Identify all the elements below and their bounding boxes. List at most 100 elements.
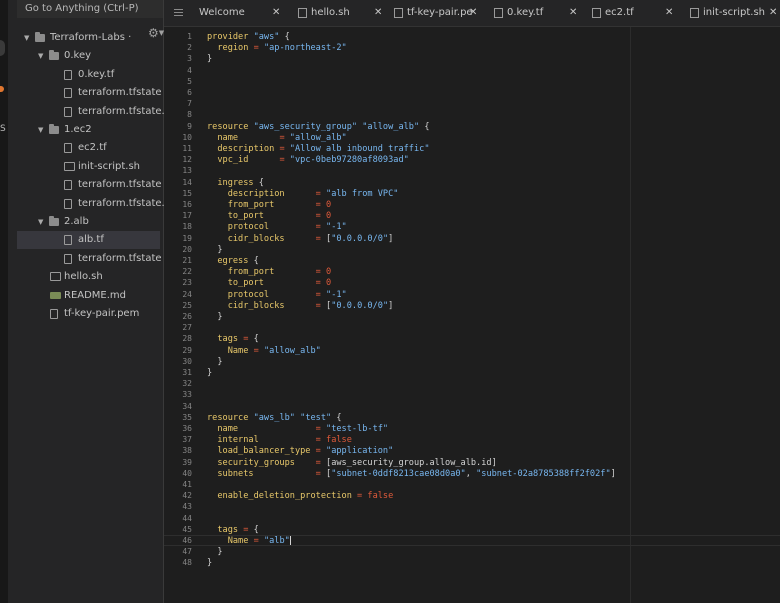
- terminal-file-icon: [690, 8, 699, 18]
- code-token: tags: [207, 524, 244, 535]
- code-line[interactable]: resource "aws_security_group" "allow_alb…: [207, 122, 430, 132]
- code-line[interactable]: provider "aws" {: [207, 32, 290, 42]
- close-icon[interactable]: ✕: [569, 0, 577, 26]
- close-icon[interactable]: ✕: [665, 0, 673, 26]
- code-editor[interactable]: 1 provider "aws" {2 region = "ap-northeas…: [164, 27, 780, 603]
- code-token: Name: [207, 536, 254, 546]
- tree-file[interactable]: ec2.tf: [8, 139, 163, 157]
- line-number: 6: [187, 88, 192, 97]
- code-token: =: [315, 300, 327, 311]
- chevron-down-icon[interactable]: ▼: [24, 29, 29, 47]
- line-number: 16: [182, 200, 192, 209]
- code-line[interactable]: tags = {: [207, 334, 258, 344]
- code-token: {: [419, 121, 430, 132]
- code-line[interactable]: }: [207, 547, 223, 558]
- go-to-anything-input[interactable]: Go to Anything (Ctrl-P): [17, 0, 163, 18]
- code-line[interactable]: }: [207, 245, 222, 255]
- tree-folder[interactable]: ▼ 0.key: [8, 47, 163, 65]
- tree-folder[interactable]: ▼ 1.ec2: [8, 121, 163, 139]
- code-line[interactable]: egress {: [207, 256, 258, 266]
- code-line[interactable]: from_port = 0: [207, 267, 332, 278]
- tree-file[interactable]: terraform.tfstate.ba: [8, 195, 177, 213]
- explorer-activity-icon[interactable]: [0, 40, 5, 56]
- tree-file[interactable]: 0.key.tf: [8, 66, 163, 84]
- code-token: =: [315, 457, 327, 468]
- code-line[interactable]: cidr_blocks = ["0.0.0.0/0"]: [207, 234, 394, 244]
- code-token: protocol: [207, 222, 316, 233]
- code-token: from_port: [207, 267, 316, 278]
- code-line[interactable]: vpc_id = "vpc-0beb97280af8093ad": [207, 155, 408, 165]
- code-token: provider: [207, 32, 254, 42]
- code-line[interactable]: protocol = "-1": [207, 290, 347, 300]
- code-token: "subnet-0ddf8213cae08d0a0": [331, 468, 466, 479]
- code-line[interactable]: cidr_blocks = ["0.0.0.0/0"]: [207, 300, 394, 311]
- source-control-activity-icon[interactable]: [0, 86, 4, 92]
- code-line[interactable]: resource "aws_lb" "test" {: [207, 413, 342, 423]
- code-line[interactable]: load_balancer_type = "application": [207, 446, 393, 456]
- line-number: 2: [187, 43, 192, 53]
- close-icon[interactable]: ✕: [469, 0, 477, 26]
- code-line[interactable]: }: [207, 312, 222, 322]
- line-number: 13: [182, 166, 192, 176]
- tree-file[interactable]: init-script.sh: [8, 158, 163, 176]
- code-token: "alb from VPC": [326, 188, 399, 199]
- code-token: "allow_alb": [289, 132, 347, 143]
- tree-file[interactable]: terraform.tfstate.ba: [8, 103, 177, 121]
- close-icon[interactable]: ✕: [769, 0, 777, 26]
- line-number: 46: [182, 536, 192, 545]
- code-line[interactable]: tags = {: [207, 524, 258, 535]
- code-line[interactable]: to_port = 0: [207, 211, 332, 221]
- chevron-down-icon[interactable]: ▼: [38, 47, 43, 65]
- code-line[interactable]: name = "allow_alb": [207, 132, 347, 143]
- code-line[interactable]: }: [207, 357, 222, 367]
- tree-file[interactable]: alb.tf: [17, 231, 160, 250]
- line-number: 11: [182, 144, 192, 153]
- code-token: =: [315, 278, 327, 289]
- code-line[interactable]: enable_deletion_protection = false: [207, 491, 393, 501]
- line-number: 30: [182, 356, 192, 366]
- code-line[interactable]: description = "Allow alb inbound traffic…: [207, 144, 429, 154]
- code-line[interactable]: protocol = "-1": [207, 222, 347, 232]
- tree-file[interactable]: tf-key-pair.pem: [8, 305, 163, 323]
- code-line[interactable]: }: [207, 54, 212, 64]
- tree-folder[interactable]: ▼ 2.alb: [8, 213, 163, 231]
- code-line[interactable]: }: [207, 368, 212, 378]
- tree-file[interactable]: terraform.tfstate: [8, 250, 163, 268]
- code-line[interactable]: ingress {: [207, 178, 264, 188]
- code-line[interactable]: Name = "alb": [207, 536, 291, 546]
- tab-list-menu-icon[interactable]: [174, 9, 183, 18]
- tree-folder[interactable]: ▼ Terraform-Labs ·: [8, 29, 163, 47]
- code-token: name: [207, 132, 280, 143]
- line-number: 9: [187, 121, 192, 131]
- code-line[interactable]: subnets = ["subnet-0ddf8213cae08d0a0", "…: [207, 468, 615, 479]
- code-line[interactable]: region = "ap-northeast-2": [207, 43, 347, 54]
- close-icon[interactable]: ✕: [272, 0, 280, 26]
- code-token: =: [315, 446, 327, 457]
- tab-label: Welcome: [199, 7, 245, 18]
- line-number: 21: [182, 256, 192, 265]
- code-line[interactable]: Name = "allow_alb": [207, 346, 321, 356]
- code-line[interactable]: to_port = 0: [207, 278, 332, 289]
- tree-file[interactable]: hello.sh: [8, 268, 163, 286]
- tree-file[interactable]: terraform.tfstate: [8, 176, 163, 194]
- line-number: 45: [182, 524, 192, 534]
- tree-file[interactable]: README.md: [8, 287, 163, 305]
- code-line[interactable]: from_port = 0: [207, 200, 332, 210]
- chevron-down-icon[interactable]: ▼: [38, 121, 43, 139]
- file-icon: [64, 180, 72, 191]
- code-line[interactable]: security_groups = [aws_security_group.al…: [207, 457, 496, 468]
- code-token: =: [315, 267, 327, 278]
- search-activity-icon[interactable]: S: [0, 124, 6, 134]
- code-token: =: [315, 200, 327, 210]
- tab-label: tf-key-pair.pe: [407, 7, 473, 18]
- chevron-down-icon[interactable]: ▼: [38, 213, 43, 231]
- code-line[interactable]: }: [207, 558, 212, 568]
- code-line[interactable]: description = "alb from VPC": [207, 188, 399, 199]
- line-number: 39: [182, 457, 192, 467]
- code-token: "ap-northeast-2": [263, 43, 347, 54]
- code-line[interactable]: internal = false: [207, 435, 352, 445]
- code-line[interactable]: name = "test-lb-tf": [207, 424, 388, 434]
- tree-file[interactable]: terraform.tfstate: [8, 84, 163, 102]
- code-token: }: [207, 547, 223, 558]
- close-icon[interactable]: ✕: [374, 0, 382, 26]
